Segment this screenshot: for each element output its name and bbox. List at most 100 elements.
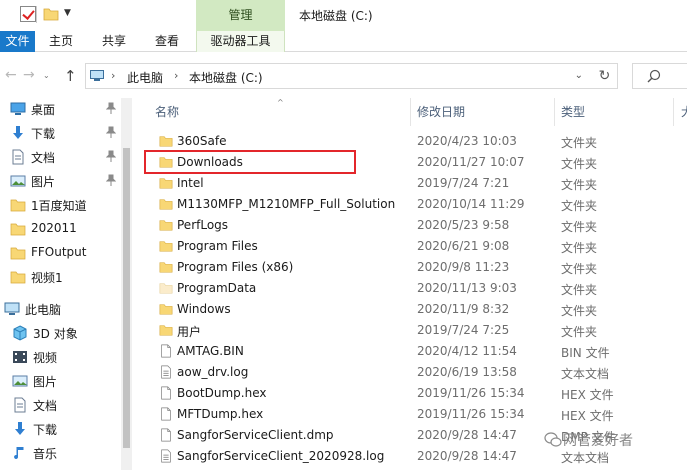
file-name: SangforServiceClient.dmp (177, 428, 334, 442)
sidebar-item[interactable]: 图片 (12, 370, 127, 392)
file-name: Intel (177, 176, 204, 190)
tab-home[interactable]: 主页 (49, 31, 73, 52)
pin-icon[interactable] (105, 150, 117, 165)
document-icon (14, 397, 26, 413)
sidebar-item-label: 1百度知道 (31, 199, 87, 213)
sidebar-item[interactable]: 视频1 (10, 266, 125, 288)
column-divider[interactable] (673, 98, 674, 126)
pin-icon[interactable] (105, 174, 117, 189)
file-row[interactable]: Windows 2020/11/9 8:32 文件夹 (132, 299, 687, 320)
sidebar-item[interactable]: 图片 (10, 170, 125, 192)
recent-locations-chevron-icon[interactable]: ⌄ (43, 71, 50, 80)
folder-icon (159, 220, 173, 231)
address-bar[interactable]: › 此电脑 › 本地磁盘 (C:) ⌄ (85, 63, 618, 89)
file-row[interactable]: ProgramData 2020/11/13 9:03 文件夹 (132, 278, 687, 299)
tab-view[interactable]: 查看 (155, 31, 179, 52)
file-modified-date: 2020/11/27 10:07 (417, 155, 525, 169)
sidebar-item-label: 下载 (31, 127, 56, 141)
sidebar-item[interactable]: 1百度知道 (10, 194, 125, 216)
sidebar-item[interactable]: 下载 (10, 122, 125, 144)
refresh-button[interactable]: ↻ (592, 63, 618, 89)
file-row[interactable]: Program Files (x86) 2020/9/8 11:23 文件夹 (132, 257, 687, 278)
picture-icon (12, 375, 28, 387)
this-pc-small-icon (90, 70, 104, 81)
navigation-pane-scrollbar[interactable] (121, 98, 132, 470)
sidebar-item[interactable]: 3D 对象 (12, 322, 127, 344)
manage-tab[interactable]: 管理 (196, 0, 285, 31)
forward-arrow-icon[interactable]: → (23, 67, 35, 83)
search-icon (647, 69, 661, 83)
sidebar-item[interactable]: 文档 (10, 146, 125, 168)
sort-ascending-icon: ^ (277, 98, 284, 107)
quick-access-dropdown-icon[interactable]: ▼ (64, 8, 71, 18)
folder-icon (159, 241, 173, 252)
file-row[interactable]: BootDump.hex 2019/11/26 15:34 HEX 文件 (132, 383, 687, 404)
pin-icon[interactable] (105, 126, 117, 141)
breadcrumb-local-disk[interactable]: 本地磁盘 (C:) (189, 69, 263, 86)
file-name: MFTDump.hex (177, 407, 264, 421)
new-folder-icon[interactable] (43, 6, 59, 22)
tab-drive-tools[interactable]: 驱动器工具 (196, 31, 285, 52)
file-modified-date: 2020/9/28 14:47 (417, 449, 517, 463)
file-name: PerfLogs (177, 218, 229, 232)
address-dropdown-icon[interactable]: ⌄ (575, 70, 583, 81)
file-type: 文件夹 (561, 157, 598, 171)
file-row[interactable]: aow_drv.log 2020/6/19 13:58 文本文档 (132, 362, 687, 383)
column-header-type[interactable]: 类型 (561, 98, 585, 126)
folder-icon (159, 325, 173, 336)
file-row[interactable]: PerfLogs 2020/5/23 9:58 文件夹 (132, 215, 687, 236)
file-modified-date: 2019/11/26 15:34 (417, 407, 525, 421)
file-type: 文件夹 (561, 304, 598, 318)
sidebar-item[interactable]: 文档 (12, 394, 127, 416)
sidebar-item-label: 下载 (33, 423, 58, 437)
sidebar-item-label: 此电脑 (25, 303, 62, 317)
file-name: AMTAG.BIN (177, 344, 244, 358)
breadcrumb-separator[interactable]: › (111, 69, 115, 82)
pin-icon[interactable] (105, 102, 117, 117)
column-header-size[interactable]: 大 (681, 98, 687, 126)
file-row[interactable]: Program Files 2020/6/21 9:08 文件夹 (132, 236, 687, 257)
sidebar-item[interactable]: FFOutput (10, 242, 125, 264)
file-name: Program Files (177, 239, 258, 253)
column-divider[interactable] (410, 98, 411, 126)
back-arrow-icon[interactable]: ← (5, 67, 17, 83)
desktop-icon (10, 102, 26, 115)
file-type: 文件夹 (561, 283, 598, 297)
column-header-name[interactable]: 名称 (155, 98, 179, 126)
breadcrumb-this-pc[interactable]: 此电脑 (127, 69, 163, 86)
sidebar-item-label: 3D 对象 (33, 327, 78, 341)
sidebar-item-label: 音乐 (33, 447, 58, 461)
properties-check-icon[interactable] (20, 6, 36, 22)
sidebar-item[interactable]: 202011 (10, 218, 125, 240)
file-row[interactable]: AMTAG.BIN 2020/4/12 11:54 BIN 文件 (132, 341, 687, 362)
file-modified-date: 2019/7/24 7:25 (417, 323, 510, 337)
sidebar-item[interactable]: 视频 (12, 346, 127, 368)
folder-icon (159, 304, 173, 315)
file-name: 360Safe (177, 134, 227, 148)
title-bar: ▼ 管理 本地磁盘 (C:) (0, 0, 687, 31)
sidebar-item[interactable]: 音乐 (12, 442, 127, 464)
file-row[interactable]: MFTDump.hex 2019/11/26 15:34 HEX 文件 (132, 404, 687, 425)
scrollbar-thumb[interactable] (123, 148, 130, 448)
file-name: ProgramData (177, 281, 257, 295)
file-icon (161, 344, 171, 358)
sidebar-item[interactable]: 此电脑 (4, 298, 119, 320)
file-type: 文件夹 (561, 136, 598, 150)
folder-icon (10, 199, 26, 212)
column-header-date[interactable]: 修改日期 (417, 98, 465, 126)
column-divider[interactable] (554, 98, 555, 126)
file-row[interactable]: Intel 2019/7/24 7:21 文件夹 (132, 173, 687, 194)
search-input[interactable] (632, 63, 687, 89)
breadcrumb-separator[interactable]: › (174, 69, 178, 82)
music-icon (14, 447, 24, 459)
file-modified-date: 2020/11/13 9:03 (417, 281, 517, 295)
up-arrow-icon[interactable]: ↑ (64, 67, 77, 85)
sidebar-item[interactable]: 桌面 (10, 98, 125, 120)
file-row[interactable]: 360Safe 2020/4/23 10:03 文件夹 (132, 131, 687, 152)
file-row[interactable]: 用户 2019/7/24 7:25 文件夹 (132, 320, 687, 341)
file-row[interactable]: M1130MFP_M1210MFP_Full_Solution 2020/10/1… (132, 194, 687, 215)
tab-file[interactable]: 文件 (0, 31, 35, 52)
file-type: BIN 文件 (561, 346, 610, 360)
sidebar-item[interactable]: 下载 (12, 418, 127, 440)
tab-share[interactable]: 共享 (102, 31, 126, 52)
